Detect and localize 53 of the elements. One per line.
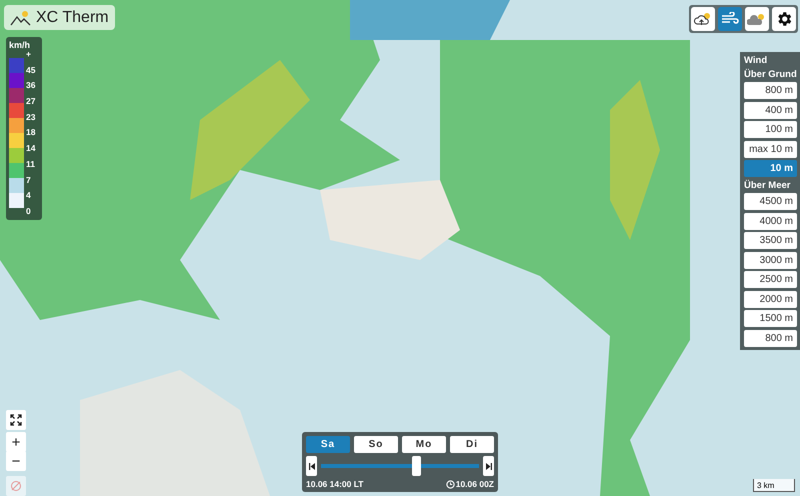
layer-button[interactable] (772, 7, 796, 31)
group-heading: Über Meer (744, 180, 792, 190)
legend-label: + (26, 50, 32, 59)
altitude-option[interactable]: max 10 m (744, 140, 797, 158)
scale-bar: 3 km (753, 479, 795, 492)
altitude-option[interactable]: 800 m (744, 330, 797, 346)
legend-unit: km/h (9, 40, 32, 50)
altitude-option[interactable]: 2000 m (744, 290, 797, 308)
app-title: XC Therm (36, 8, 109, 26)
last-step-button[interactable] (483, 456, 494, 476)
legend-label: 36 (26, 81, 36, 90)
fullscreen-button[interactable] (6, 410, 26, 430)
altitude-option[interactable]: 400 m (744, 102, 797, 118)
altitude-option[interactable]: 100 m (744, 121, 797, 138)
wind-icon (721, 12, 739, 26)
layer-button[interactable] (691, 7, 715, 31)
altitude-option[interactable]: 4000 m (744, 212, 797, 230)
day-tab[interactable]: Di (450, 436, 494, 453)
skip-forward-icon (486, 462, 492, 470)
legend-label: 27 (26, 97, 36, 106)
clock-icon (446, 480, 455, 488)
clouds-icon (747, 12, 767, 26)
group-heading: Über Grund (744, 68, 797, 80)
legend-label: 23 (26, 112, 36, 122)
altitude-option[interactable]: 800 m (744, 82, 797, 99)
day-tab[interactable]: So (354, 436, 398, 453)
altitude-option[interactable]: 1500 m (744, 310, 797, 327)
legend-label: 0 (26, 206, 32, 216)
legend-label: 4 (26, 191, 32, 200)
panel-title: Wind (744, 55, 768, 66)
model-run-time: 10.06 00Z (456, 479, 494, 489)
legend-label: 7 (26, 176, 32, 184)
legend-label: 14 (26, 144, 36, 154)
legend-label: 11 (26, 160, 36, 169)
local-time: 10.06 14:00 LT (306, 479, 364, 489)
zoom-in-button[interactable]: + (6, 432, 26, 452)
mountain-sun-icon (10, 10, 32, 26)
altitude-option[interactable]: 10 m (744, 160, 797, 177)
altitude-option[interactable]: 4500 m (744, 193, 797, 210)
expand-icon (10, 414, 22, 426)
slider-thumb[interactable] (412, 456, 421, 476)
slashed-circle-icon (10, 480, 22, 492)
first-step-button[interactable] (306, 456, 317, 476)
zoom-out-button[interactable]: − (6, 451, 26, 471)
altitude-option[interactable]: 3000 m (744, 252, 797, 268)
legend-label: 45 (26, 66, 36, 75)
day-tab[interactable]: Mo (402, 436, 446, 453)
altitude-option[interactable]: 2500 m (744, 271, 797, 288)
day-tab[interactable]: Sa (306, 436, 350, 453)
altitude-option[interactable]: 3500 m (744, 232, 797, 249)
legend-label: 18 (26, 128, 36, 138)
skip-back-icon (308, 462, 314, 470)
cloud-sun-icon (694, 11, 712, 27)
